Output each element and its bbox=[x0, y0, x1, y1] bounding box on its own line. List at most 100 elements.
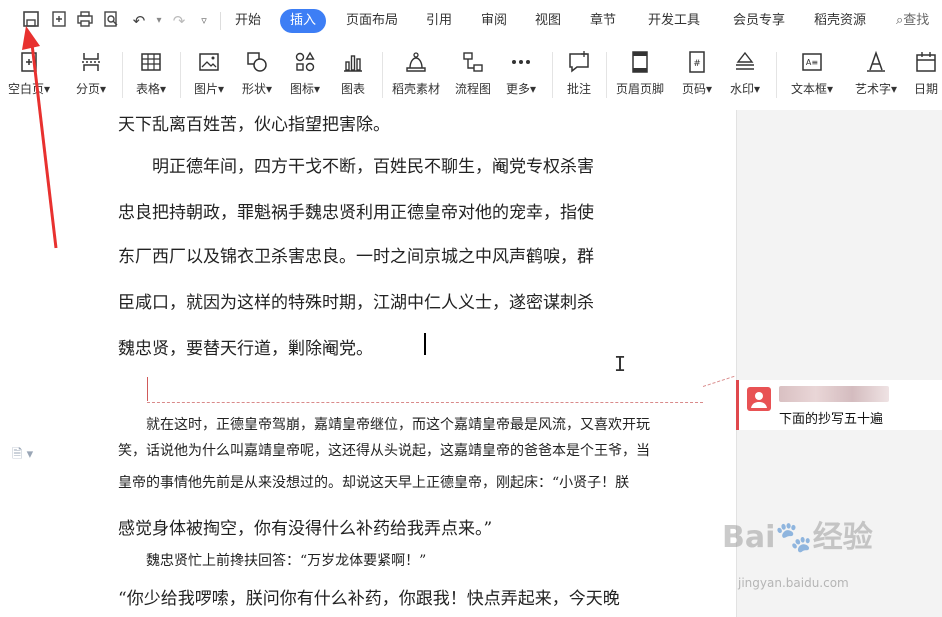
tab-developer[interactable]: 开发工具 bbox=[638, 9, 710, 33]
docer-material-label: 稻壳素材 bbox=[391, 82, 440, 96]
page-break-icon bbox=[82, 53, 100, 71]
textbox-label: 文本框▾ bbox=[790, 82, 834, 96]
wordart-button[interactable]: 艺术字▾ bbox=[850, 48, 902, 104]
blank-page-label: 空白页▾ bbox=[7, 82, 51, 96]
text-cursor bbox=[424, 333, 426, 355]
blank-page-icon bbox=[21, 52, 37, 72]
tab-references[interactable]: 引用 bbox=[416, 9, 462, 33]
search-label: 查找 bbox=[903, 13, 930, 28]
print-preview-icon[interactable] bbox=[100, 10, 122, 32]
ribbon-divider bbox=[382, 52, 383, 98]
chart-button[interactable]: 图表 bbox=[330, 48, 376, 104]
paragraph-line: 天下乱离百姓苦，伙心指望把害除。 bbox=[118, 115, 390, 135]
shapes-icon bbox=[247, 52, 267, 72]
paragraph-line: 皇帝的事情他先前是从来没想过的。却说这天早上正德皇帝，刚起床：“小贤子！朕 bbox=[118, 475, 630, 491]
insert-ribbon: 空白页▾ 分页▾ 表格▾ 图片▾ 形状▾ 图标▾ 图表 稻壳素材 流程图 更多▾ bbox=[0, 44, 942, 111]
header-footer-button[interactable]: 页眉页脚 bbox=[612, 48, 668, 104]
icons-button[interactable]: 图标▾ bbox=[282, 48, 328, 104]
comment-card[interactable]: 下面的抄写五十遍 bbox=[736, 380, 942, 430]
user-icon bbox=[747, 387, 771, 411]
date-label: 日期 bbox=[913, 82, 938, 96]
more-icon[interactable]: ▿ bbox=[193, 10, 215, 32]
table-icon bbox=[141, 53, 161, 71]
more-dots-icon bbox=[512, 60, 530, 64]
paragraph-line: 忠良把持朝政，罪魁祸手魏忠贤利用正德皇帝对他的宠幸，指使 bbox=[118, 203, 594, 223]
tab-chapter[interactable]: 章节 bbox=[580, 9, 626, 33]
ribbon-divider bbox=[122, 52, 123, 98]
flowchart-icon bbox=[463, 52, 483, 72]
page-number-label: 页码▾ bbox=[681, 82, 713, 96]
comment-icon bbox=[569, 51, 589, 73]
table-button[interactable]: 表格▾ bbox=[128, 48, 174, 104]
paw-icon: 🐾 bbox=[775, 520, 813, 555]
picture-button[interactable]: 图片▾ bbox=[186, 48, 232, 104]
shapes-button[interactable]: 形状▾ bbox=[234, 48, 280, 104]
date-button[interactable]: 日期 bbox=[906, 48, 942, 104]
flowchart-button[interactable]: 流程图 bbox=[450, 48, 496, 104]
docer-material-icon bbox=[406, 52, 426, 72]
chart-label: 图表 bbox=[340, 82, 365, 96]
paragraph-line: 笑，话说他为什么叫嘉靖皇帝呢，这还得从头说起，这嘉靖皇帝的爸爸本是个王爷，当 bbox=[118, 443, 650, 459]
tab-member[interactable]: 会员专享 bbox=[723, 9, 795, 33]
ibeam-cursor-icon: I bbox=[614, 352, 627, 376]
paragraph-line: 东厂西厂以及锦衣卫杀害忠良。一时之间京城之中风声鹤唳，群 bbox=[118, 247, 594, 267]
ribbon-divider bbox=[180, 52, 181, 98]
watermark-icon bbox=[736, 51, 754, 70]
paragraph-line: 臣咸口，就因为这样的特殊时期，江湖中仁人义士，遂密谋刺杀 bbox=[118, 293, 594, 313]
blank-page-button[interactable]: 空白页▾ bbox=[6, 48, 52, 104]
page-break-button[interactable]: 分页▾ bbox=[68, 48, 114, 104]
undo-dropdown-icon[interactable]: ▾ bbox=[148, 10, 170, 32]
shapes-label: 形状▾ bbox=[241, 82, 273, 96]
paragraph-line: 就在这时，正德皇帝驾崩，嘉靖皇帝继位，而这个嘉靖皇帝最是风流，又喜欢开玩 bbox=[118, 417, 650, 433]
comment-text: 下面的抄写五十遍 bbox=[779, 412, 884, 427]
paragraph-line: 明正德年间，四方干戈不断，百姓民不聊生，阉党专权杀害 bbox=[118, 157, 594, 177]
page-number-icon: # bbox=[689, 51, 705, 73]
header-footer-icon bbox=[632, 51, 648, 73]
tab-docer[interactable]: 稻壳资源 bbox=[804, 9, 876, 33]
icons-label: 图标▾ bbox=[289, 82, 321, 96]
toolbar-divider bbox=[220, 12, 221, 30]
paragraph-line: 魏忠贤，要替天行道，剿除阉党。 bbox=[118, 339, 373, 359]
paragraph-line: 感觉身体被掏空，你有没得什么补药给我弄点来。” bbox=[118, 519, 493, 539]
more-button[interactable]: 更多▾ bbox=[498, 48, 544, 104]
comment-connector-line bbox=[147, 402, 703, 403]
watermark-url: jingyan.baidu.com bbox=[738, 576, 849, 590]
picture-icon bbox=[199, 53, 219, 71]
tab-view[interactable]: 视图 bbox=[525, 9, 571, 33]
icons-icon bbox=[295, 51, 315, 72]
watermark-brand: Bai bbox=[722, 520, 776, 555]
export-pdf-icon[interactable] bbox=[48, 10, 70, 32]
redo-icon[interactable]: ↷ bbox=[168, 10, 190, 32]
tab-page-layout[interactable]: 页面布局 bbox=[336, 9, 408, 33]
textbox-button[interactable]: A≡ 文本框▾ bbox=[786, 48, 838, 104]
comment-label: 批注 bbox=[566, 82, 591, 96]
ribbon-divider bbox=[606, 52, 607, 98]
watermark-button[interactable]: 水印▾ bbox=[722, 48, 768, 104]
paragraph-line: 魏忠贤忙上前搀扶回答：“万岁龙体要紧啊！” bbox=[118, 553, 427, 569]
docer-material-button[interactable]: 稻壳素材 bbox=[390, 48, 442, 104]
header-footer-label: 页眉页脚 bbox=[615, 82, 664, 96]
save-icon[interactable] bbox=[20, 10, 42, 32]
flowchart-label: 流程图 bbox=[454, 82, 491, 96]
comment-button[interactable]: 批注 bbox=[556, 48, 602, 104]
title-toolbar: ↶ ▾ ↷ ▿ 开始 插入 页面布局 引用 审阅 视图 章节 开发工具 会员专享… bbox=[0, 0, 942, 44]
page-number-button[interactable]: # 页码▾ bbox=[674, 48, 720, 104]
chart-icon bbox=[344, 55, 362, 72]
document-outline-icon[interactable]: 🗎 ▾ bbox=[12, 445, 33, 467]
more-label: 更多▾ bbox=[505, 82, 537, 96]
comment-author-blurred bbox=[779, 386, 889, 402]
watermark-label: 水印▾ bbox=[729, 82, 761, 96]
tab-home[interactable]: 开始 bbox=[225, 9, 271, 33]
tab-insert[interactable]: 插入 bbox=[280, 9, 327, 33]
search-button[interactable]: ⌕查找 bbox=[896, 9, 929, 33]
svg-text:A≡: A≡ bbox=[806, 58, 818, 67]
picture-label: 图片▾ bbox=[193, 82, 225, 96]
ribbon-divider bbox=[552, 52, 553, 98]
baidu-watermark: Bai🐾经验 bbox=[722, 512, 873, 556]
tab-review[interactable]: 审阅 bbox=[471, 9, 517, 33]
date-icon bbox=[916, 52, 936, 72]
print-icon[interactable] bbox=[74, 10, 96, 32]
paragraph-line: “你少给我啰嗦，朕问你有什么补药，你跟我！快点弄起来，今天晚 bbox=[118, 589, 620, 609]
textbox-icon: A≡ bbox=[802, 53, 822, 71]
undo-icon[interactable]: ↶ bbox=[128, 10, 150, 32]
